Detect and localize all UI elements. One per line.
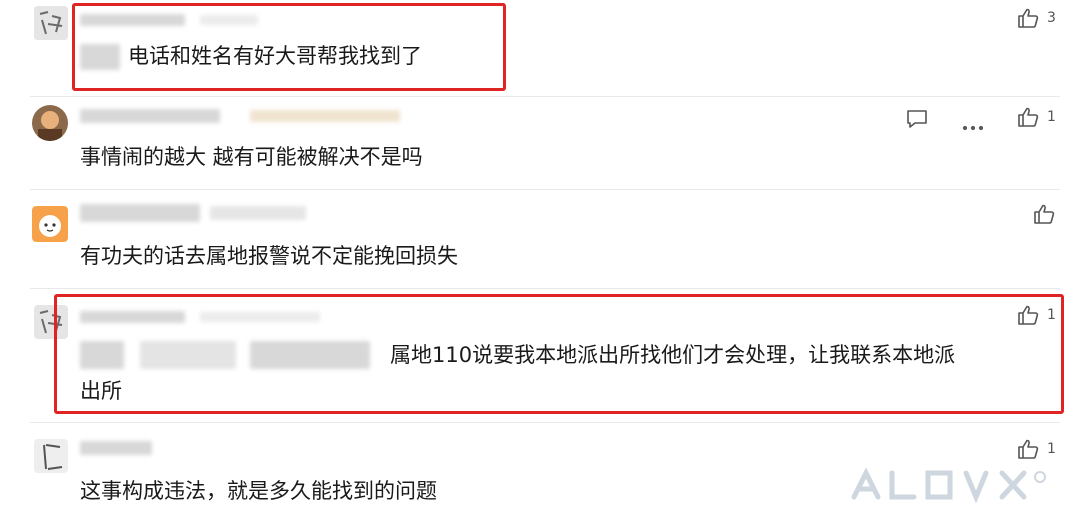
like-button[interactable]: 1 — [1017, 107, 1056, 127]
comment-text: 事情闹的越大 越有可能被解决不是吗 — [80, 145, 423, 169]
like-button[interactable] — [1033, 204, 1055, 224]
like-count: 1 — [1047, 109, 1056, 125]
avatar-cartoon-icon — [32, 206, 68, 242]
like-button[interactable]: 3 — [1017, 8, 1056, 28]
comment-text: 有功夫的话去属地报警说不定能挽回损失 — [80, 244, 458, 268]
text-redacted — [140, 341, 236, 369]
avatar[interactable] — [32, 206, 68, 242]
like-count: 1 — [1047, 307, 1056, 323]
comment-item: 电话和姓名有好大哥帮我找到了 3 — [0, 0, 1080, 96]
more-icon — [963, 126, 983, 130]
avatar[interactable] — [34, 305, 68, 339]
more-button[interactable] — [962, 116, 984, 135]
avatar-sketch-icon — [34, 6, 68, 40]
reply-button[interactable] — [906, 109, 928, 133]
username-redacted — [80, 441, 152, 455]
thumbs-up-icon — [1018, 8, 1039, 28]
comment-item: 有功夫的话去属地报警说不定能挽回损失 — [0, 190, 1080, 288]
like-button[interactable]: 1 — [1017, 305, 1056, 325]
watermark-logo-icon — [851, 467, 1046, 504]
text-redacted — [250, 341, 370, 369]
thumbs-up-icon — [1034, 204, 1055, 224]
comment-text-line2: 出所 — [80, 379, 122, 403]
avatar-image-icon — [32, 105, 68, 141]
like-count: 3 — [1047, 10, 1056, 26]
comment-text: 电话和姓名有好大哥帮我找到了 — [128, 44, 422, 68]
username-redacted — [210, 206, 306, 220]
text-redacted — [80, 341, 124, 369]
avatar[interactable] — [34, 6, 68, 40]
username-redacted — [250, 110, 400, 122]
username-redacted — [80, 14, 185, 26]
thumbs-up-icon — [1018, 439, 1039, 459]
comment-item: 属地110说要我本地派出所找他们才会处理，让我联系本地派 出所 1 — [0, 289, 1080, 419]
avatar-sketch-icon — [34, 305, 68, 339]
username-redacted — [80, 204, 200, 222]
username-redacted — [200, 312, 320, 322]
avatar-sketch-icon — [34, 439, 68, 473]
thumbs-up-icon — [1018, 305, 1039, 325]
comment-text: 这事构成违法，就是多久能找到的问题 — [80, 479, 437, 503]
like-count: 1 — [1047, 441, 1056, 457]
thumbs-up-icon — [1018, 107, 1039, 127]
like-button[interactable]: 1 — [1017, 439, 1056, 459]
comment-text-line1: 属地110说要我本地派出所找他们才会处理，让我联系本地派 — [390, 343, 956, 367]
watermark — [844, 463, 1054, 516]
avatar[interactable] — [34, 439, 68, 473]
text-redacted — [80, 44, 120, 70]
username-redacted — [80, 109, 220, 123]
avatar[interactable] — [32, 105, 68, 141]
username-redacted — [200, 15, 258, 25]
comment-item: 事情闹的越大 越有可能被解决不是吗 1 — [0, 97, 1080, 189]
comment-icon — [907, 110, 927, 128]
username-redacted — [80, 311, 185, 323]
